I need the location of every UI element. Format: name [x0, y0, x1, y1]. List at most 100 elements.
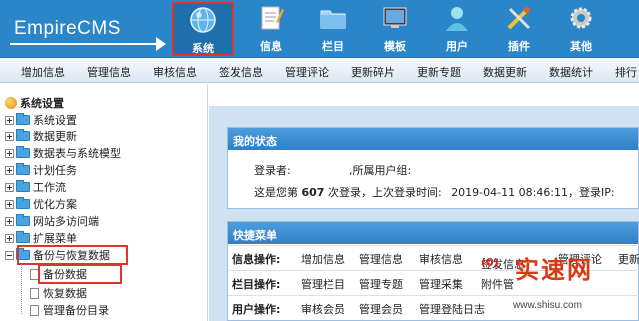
tree-item-label: 扩展菜单 — [33, 232, 77, 245]
visit-suffix: 次登录，上次登录时间: — [327, 186, 442, 199]
logo-underline — [10, 43, 160, 45]
top-header: EmpireCMS 系统 信息 栏目 模板 用户 插件 其他 — [0, 0, 639, 58]
tree-item-extend-menu[interactable]: 扩展菜单 — [5, 230, 77, 246]
link-add-info[interactable]: 增加信息 — [301, 251, 345, 267]
watermark-text: 实速网 — [515, 256, 593, 284]
subnav-data-update[interactable]: 数据更新 — [483, 64, 527, 80]
topnav-template[interactable]: 模板 — [364, 2, 426, 56]
sub-nav: 增加信息 管理信息 审核信息 签发信息 管理评论 更新碎片 更新专题 数据更新 … — [0, 59, 639, 83]
subnav-manage-comments[interactable]: 管理评论 — [285, 64, 329, 80]
tools-icon — [507, 7, 531, 30]
row-label: 栏目操作: — [232, 278, 281, 291]
subnav-review-info[interactable]: 审核信息 — [153, 64, 197, 80]
topnav-system[interactable]: 系统 — [172, 2, 234, 56]
last-login-time: 2019-04-11 08:46:11 — [451, 186, 569, 199]
topnav-other[interactable]: 其他 — [550, 2, 612, 56]
topnav-user[interactable]: 用户 — [426, 2, 488, 56]
tree-item-label: 计划任务 — [33, 164, 77, 177]
topnav-info[interactable]: 信息 — [240, 2, 302, 56]
document-icon — [30, 304, 39, 316]
tree-item-tables-models[interactable]: 数据表与系统模型 — [5, 145, 121, 161]
link-manage-collect[interactable]: 管理采集 — [419, 276, 463, 292]
document-icon — [30, 287, 39, 299]
link-review-info[interactable]: 审核信息 — [419, 251, 463, 267]
folder-icon — [16, 197, 30, 209]
tree-item-restore-data[interactable]: 恢复数据 — [30, 285, 87, 301]
topnav-label: 模板 — [384, 40, 406, 53]
topnav-column[interactable]: 栏目 — [302, 2, 364, 56]
visit-info: 这是您第 607 次登录，上次登录时间: 2019-04-11 08:46:11… — [254, 184, 615, 200]
folder-icon — [16, 113, 30, 125]
folder-icon — [16, 146, 30, 158]
tree-item-system-settings[interactable]: 系统设置 — [5, 112, 77, 128]
topnav-plugin[interactable]: 插件 — [488, 2, 550, 56]
subnav-manage-info[interactable]: 管理信息 — [87, 64, 131, 80]
link-review-members[interactable]: 审核会员 — [301, 301, 345, 317]
folder-icon — [16, 231, 30, 243]
expand-icon[interactable] — [5, 216, 14, 226]
tree-item-label: 数据表与系统模型 — [33, 147, 121, 160]
topnav-label: 其他 — [570, 40, 592, 53]
subnav-update-topics[interactable]: 更新专题 — [417, 64, 461, 80]
tree-item-label: 管理备份目录 — [43, 304, 109, 317]
watermark: 实速网 www.shisu.com — [505, 250, 639, 321]
pending-count: (0) — [481, 256, 499, 269]
folder-icon — [16, 129, 30, 141]
subnav-data-stats[interactable]: 数据统计 — [549, 64, 593, 80]
highlight-box — [17, 245, 128, 265]
collapse-icon[interactable] — [5, 250, 14, 260]
tree-root-label: 系统设置 — [20, 97, 64, 110]
tree-item-data-update[interactable]: 数据更新 — [5, 128, 77, 144]
folder-icon — [16, 180, 30, 192]
tree-item-label: 工作流 — [33, 181, 66, 194]
subnav-sign-info[interactable]: 签发信息 — [219, 64, 263, 80]
link-manage-members[interactable]: 管理会员 — [359, 301, 403, 317]
tree-root[interactable]: 系统设置 — [5, 95, 64, 111]
tree-item-scheduled-tasks[interactable]: 计划任务 — [5, 162, 77, 178]
topnav-label: 用户 — [446, 40, 468, 53]
expand-icon[interactable] — [5, 148, 14, 158]
logo-text: EmpireCMS — [14, 18, 121, 39]
tree-item-optimization[interactable]: 优化方案 — [5, 196, 77, 212]
expand-icon[interactable] — [5, 233, 14, 243]
link-manage-topics[interactable]: 管理专题 — [359, 276, 403, 292]
topnav-label: 栏目 — [322, 40, 344, 53]
subnav-update-fragments[interactable]: 更新碎片 — [351, 64, 395, 80]
tree-item-label: 恢复数据 — [43, 287, 87, 300]
tree-item-multi-access[interactable]: 网站多访问端 — [5, 213, 99, 229]
tree-item-manage-backup-dir[interactable]: 管理备份目录 — [30, 302, 109, 318]
system-settings-icon — [5, 97, 17, 109]
expand-icon[interactable] — [5, 182, 14, 192]
row-label: 用户操作: — [232, 303, 281, 316]
main-top-strip — [209, 84, 639, 106]
logo-arrow-icon — [156, 37, 166, 51]
tree-item-workflow[interactable]: 工作流 — [5, 179, 66, 195]
panel-title: 快捷菜单 — [228, 222, 638, 244]
tree-item-label: 系统设置 — [33, 114, 77, 127]
link-login-logs[interactable]: 管理登陆日志 — [419, 301, 485, 317]
expand-icon[interactable] — [5, 131, 14, 141]
expand-icon[interactable] — [5, 199, 14, 209]
panel-title: 我的状态 — [228, 128, 638, 150]
visit-prefix: 这是您第 — [254, 186, 298, 199]
tree-item-label: 数据更新 — [33, 130, 77, 143]
gear-icon — [570, 7, 592, 29]
expand-icon[interactable] — [5, 115, 14, 125]
empirecms-logo[interactable]: EmpireCMS — [6, 8, 168, 51]
notepad-icon — [261, 6, 284, 30]
highlight-box — [38, 264, 122, 284]
tree-item-label: 优化方案 — [33, 198, 77, 211]
link-manage-columns[interactable]: 管理栏目 — [301, 276, 345, 292]
template-icon — [383, 7, 407, 28]
subnav-add-info[interactable]: 增加信息 — [21, 64, 65, 80]
my-status-panel: 我的状态 登录者: ,所属用户组: 这是您第 607 次登录，上次登录时间: 2… — [227, 127, 639, 209]
topnav-label: 信息 — [260, 40, 282, 53]
login-ip-label: ，登录IP: — [568, 186, 615, 199]
link-manage-info[interactable]: 管理信息 — [359, 251, 403, 267]
subnav-ranking[interactable]: 排行 — [615, 64, 637, 80]
expand-icon[interactable] — [5, 165, 14, 175]
tree-connector — [21, 264, 22, 314]
topnav-label: 系统 — [192, 42, 214, 55]
globe-icon — [190, 7, 216, 33]
folder-icon — [16, 163, 30, 175]
